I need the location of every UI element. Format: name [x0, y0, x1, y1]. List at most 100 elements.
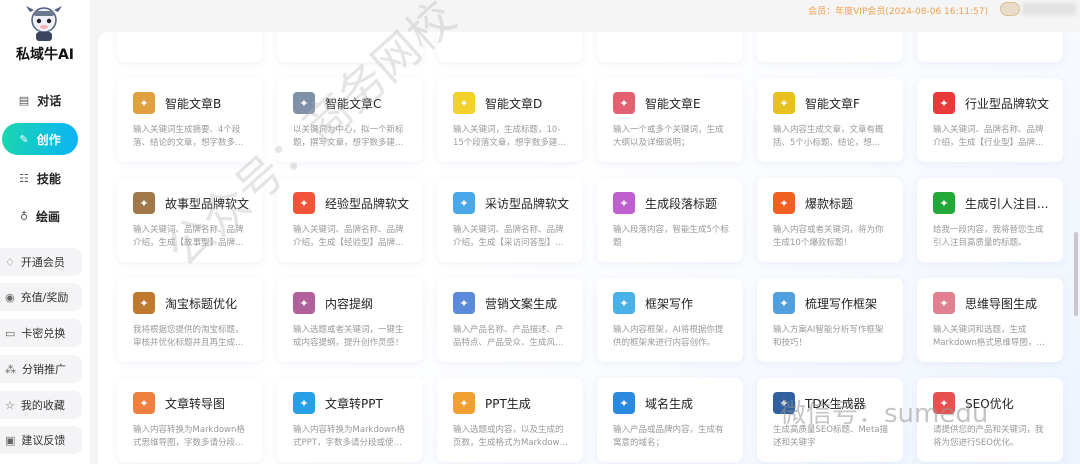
tool-title: 内容提纲: [325, 297, 374, 311]
tool-icon: ✦: [773, 92, 795, 114]
tool-description: 输入内容转换为Markdown格式思维导图，字数多请分段…: [133, 425, 245, 448]
tool-description: 以关键词为中心，拟一个新标题，撰写文章，想字数多建…: [293, 125, 404, 148]
star-icon: ☆: [5, 398, 15, 412]
tool-card-partial[interactable]: [757, 32, 903, 62]
tool-card[interactable]: ✦ 生成段落标题 输入段落内容，智能生成5个标题: [597, 178, 743, 262]
tool-title: 生成引人注目...: [965, 197, 1049, 211]
tool-card[interactable]: ✦ 淘宝标题优化 我将根据您提供的淘宝标题，审核并优化标题并且再生成…: [117, 278, 263, 362]
tool-description: 输入关键词生成摘要、4个段落、结论的文章，想字数多…: [133, 125, 244, 148]
nav-chat[interactable]: ▤ 对话: [2, 84, 78, 116]
sub-distribution[interactable]: ⁂ 分销推广: [0, 355, 82, 383]
diamond-icon: ♢: [5, 255, 15, 269]
tool-description: 输入选题或内容，以及生成的页数，生成格式为Markdow…: [453, 425, 569, 448]
tool-description: 输入方案AI智能分析写作框架和技巧！: [773, 325, 884, 348]
tool-card[interactable]: ✦ 梳理写作框架 输入方案AI智能分析写作框架和技巧！: [757, 278, 903, 362]
tool-card[interactable]: ✦ 智能文章C 以关键词为中心，拟一个新标题，撰写文章，想字数多建…: [277, 78, 423, 162]
feedback-icon: ▣: [5, 433, 16, 447]
tool-title: TDK生成器: [805, 397, 866, 411]
tool-card[interactable]: ✦ 故事型品牌软文 输入关键词、品牌名称、品牌介绍，生成【故事型】品牌…: [117, 178, 263, 262]
tool-description: 输入关键词、品牌名称、品牌介绍，生成【经验型】品牌…: [293, 225, 404, 248]
network-icon: ⁂: [5, 362, 16, 376]
tool-icon: ✦: [133, 292, 155, 314]
tool-title: 梳理写作框架: [805, 297, 878, 311]
tool-card-partial[interactable]: [597, 32, 743, 62]
tool-card-partial[interactable]: [917, 32, 1063, 62]
tool-card[interactable]: ✦ 智能文章E 输入一个或多个关键词，生成大纲以及详细说明；: [597, 78, 743, 162]
tool-title: 智能文章E: [645, 97, 701, 111]
sub-label: 分销推广: [22, 363, 66, 376]
tool-description: 输入产品名称、产品描述、产品特点、产品受众、生成风…: [453, 325, 564, 348]
scrollbar[interactable]: [1074, 232, 1078, 316]
card-icon: ▭: [5, 326, 16, 340]
tool-card[interactable]: ✦ 采访型品牌软文 输入关键词、品牌名称、品牌介绍，生成【采访问答型】…: [437, 178, 583, 262]
nav-label: 技能: [36, 171, 61, 186]
tool-card[interactable]: ✦ 框架写作 输入内容框架，AI将根据你提供的框架来进行内容创作。: [597, 278, 743, 362]
tool-title: PPT生成: [485, 397, 531, 411]
tool-card[interactable]: ✦ 文章转导图 输入内容转换为Markdown格式思维导图，字数多请分段…: [117, 378, 263, 462]
nav-label: 创作: [36, 132, 61, 147]
tool-title: 智能文章C: [325, 97, 382, 111]
tool-description: 请提供您的产品和关键词，我将为您进行SEO优化。: [933, 425, 1044, 448]
grid-icon: ☷: [19, 171, 29, 185]
sub-card-redeem[interactable]: ▭ 卡密兑换: [0, 319, 82, 347]
username-blurred: [1022, 3, 1076, 15]
sub-favorites[interactable]: ☆ 我的收藏: [0, 391, 82, 419]
tool-card[interactable]: ✦ 智能文章B 输入关键词生成摘要、4个段落、结论的文章，想字数多…: [117, 78, 263, 162]
tool-icon: ✦: [293, 192, 315, 214]
sub-label: 开通会员: [20, 256, 65, 269]
membership-status: 会员：年度VIP会员(2024-08-06 16:11:57): [808, 7, 988, 17]
sub-feedback[interactable]: ▣ 建议反馈: [0, 426, 82, 454]
tool-grid: ✦ 智能文章B 输入关键词生成摘要、4个段落、结论的文章，想字数多… ✦ 智能文章…: [98, 32, 1080, 464]
tool-card-partial[interactable]: [117, 32, 263, 62]
tool-card[interactable]: ✦ SEO优化 请提供您的产品和关键词，我将为您进行SEO优化。: [917, 378, 1063, 462]
tool-card-partial[interactable]: [277, 32, 423, 62]
tool-description: 输入内容框架，AI将根据你提供的框架来进行内容创作。: [613, 325, 724, 348]
tool-title: 淘宝标题优化: [165, 297, 238, 311]
tool-card[interactable]: ✦ 智能文章F 输入内容生成文章，文章有概括、5个小标题、结论，想…: [757, 78, 903, 162]
tool-card[interactable]: ✦ 爆款标题 输入内容或者关键词，将为你生成10个爆款标题！: [757, 178, 903, 262]
sub-label: 卡密兑换: [21, 327, 66, 340]
tool-card[interactable]: ✦ 营销文案生成 输入产品名称、产品描述、产品特点、产品受众、生成风…: [437, 278, 583, 362]
tool-card[interactable]: ✦ PPT生成 输入选题或内容，以及生成的页数，生成格式为Markdow…: [437, 378, 583, 462]
tool-description: 输入选题或者关键词，一键生成内容提纲，提升创作灵感！: [293, 325, 404, 348]
tool-title: 生成段落标题: [645, 197, 718, 211]
tool-description: 输入内容转换为Markdown格式PPT，字数多请分段或使…: [293, 425, 405, 448]
tool-icon: ✦: [613, 192, 635, 214]
tool-card[interactable]: ✦ TDK生成器 生成高质量SEO标题、Meta描述和关键字: [757, 378, 903, 462]
tool-description: 生成高质量SEO标题、Meta描述和关键字: [773, 425, 889, 448]
tool-description: 输入关键词、品牌名称、品牌介绍，生成【采访问答型】…: [453, 225, 564, 248]
sub-membership[interactable]: ♢ 开通会员: [0, 248, 82, 276]
tool-card[interactable]: ✦ 经验型品牌软文 输入关键词、品牌名称、品牌介绍，生成【经验型】品牌…: [277, 178, 423, 262]
tool-card[interactable]: ✦ 文章转PPT 输入内容转换为Markdown格式PPT，字数多请分段或使…: [277, 378, 423, 462]
nav-draw[interactable]: ♁ 绘画: [2, 200, 78, 232]
nav-skills[interactable]: ☷ 技能: [2, 162, 78, 194]
nav-label: 对话: [37, 93, 62, 108]
sub-recharge[interactable]: ◉ 充值/奖励: [0, 283, 82, 311]
nav-create[interactable]: ✎ 创作: [2, 123, 78, 155]
brand-name: 私域牛AI: [15, 47, 75, 63]
tool-title: 智能文章D: [485, 97, 543, 111]
chat-icon: ▤: [18, 93, 30, 107]
sub-label: 我的收藏: [20, 399, 65, 412]
tool-card[interactable]: ✦ 域名生成 输入产品或品牌内容，生成有寓意的域名；: [597, 378, 743, 462]
tool-title: 智能文章F: [805, 97, 860, 111]
tool-card[interactable]: ✦ 内容提纲 输入选题或者关键词，一键生成内容提纲，提升创作灵感！: [277, 278, 423, 362]
tool-description: 输入关键词和选题，生成Markdown格式思维导图，…: [933, 325, 1045, 348]
tool-title: 营销文案生成: [485, 297, 558, 311]
tool-card-partial[interactable]: [437, 32, 583, 62]
tool-icon: ✦: [293, 292, 315, 314]
tool-icon: ✦: [453, 392, 475, 414]
tool-icon: ✦: [293, 92, 315, 114]
tool-title: 故事型品牌软文: [165, 197, 250, 211]
tool-card[interactable]: ✦ 行业型品牌软文 输入关键词、品牌名称、品牌介绍，生成【行业型】品牌…: [917, 78, 1063, 162]
tool-icon: ✦: [613, 292, 635, 314]
tool-card[interactable]: ✦ 思维导图生成 输入关键词和选题，生成Markdown格式思维导图，…: [917, 278, 1063, 362]
tool-card[interactable]: ✦ 生成引人注目... 给我一段内容，我将替您生成引人注目高质量的标题。: [917, 178, 1063, 262]
tool-card[interactable]: ✦ 智能文章D 输入关键词，生成标题，10-15个段落文章，想字数多建…: [437, 78, 583, 162]
tool-description: 输入关键词，生成标题，10-15个段落文章，想字数多建…: [453, 125, 566, 148]
tool-title: 文章转PPT: [325, 397, 383, 411]
tool-title: 文章转导图: [165, 397, 226, 411]
avatar[interactable]: [1000, 2, 1020, 16]
tool-icon: ✦: [453, 192, 475, 214]
tool-icon: ✦: [613, 92, 635, 114]
